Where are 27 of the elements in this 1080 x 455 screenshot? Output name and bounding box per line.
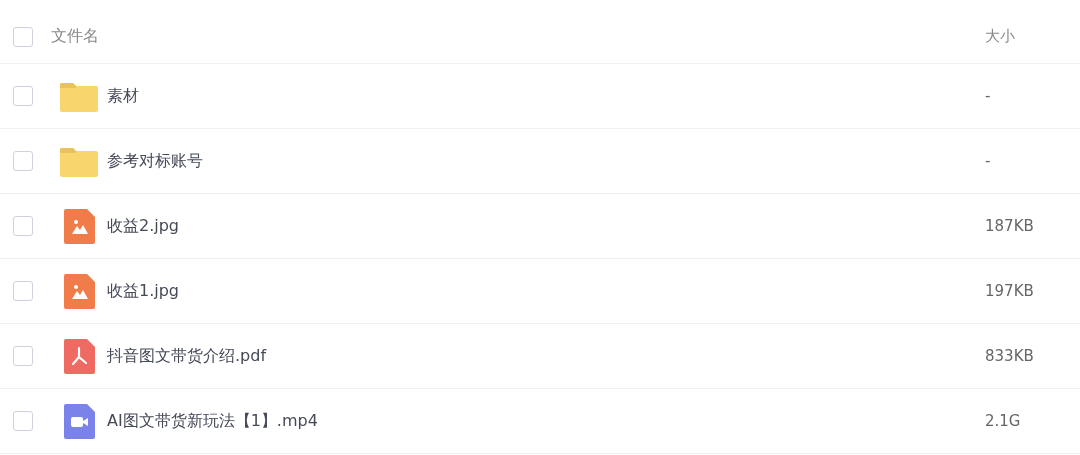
file-size: 197KB	[985, 282, 1035, 300]
checkbox[interactable]	[13, 281, 33, 301]
file-name[interactable]: 收益2.jpg	[107, 215, 985, 237]
file-size: -	[985, 87, 992, 105]
folder-icon	[60, 145, 98, 177]
image-file-icon	[63, 208, 95, 244]
checkbox[interactable]	[13, 216, 33, 236]
file-size: 2.1G	[985, 412, 1022, 430]
checkbox[interactable]	[13, 86, 33, 106]
folder-icon	[60, 80, 98, 112]
file-name[interactable]: 收益1.jpg	[107, 280, 985, 302]
video-file-icon	[63, 403, 95, 439]
pdf-file-icon	[63, 338, 95, 374]
column-header: 大小	[985, 27, 1016, 46]
checkbox[interactable]	[13, 26, 33, 47]
image-file-icon	[63, 273, 95, 309]
file-size: 187KB	[985, 217, 1035, 235]
checkbox[interactable]	[13, 411, 33, 431]
file-size: 833KB	[985, 347, 1035, 365]
file-name[interactable]: 素材	[107, 85, 985, 107]
checkbox[interactable]	[13, 346, 33, 366]
file-name[interactable]: 参考对标账号	[107, 150, 985, 172]
column-header: 文件名	[51, 26, 100, 47]
file-name[interactable]: AI图文带货新玩法【1】.mp4	[107, 410, 985, 432]
file-name[interactable]: 抖音图文带货介绍.pdf	[107, 345, 985, 367]
file-size: -	[985, 152, 992, 170]
checkbox[interactable]	[13, 151, 33, 171]
